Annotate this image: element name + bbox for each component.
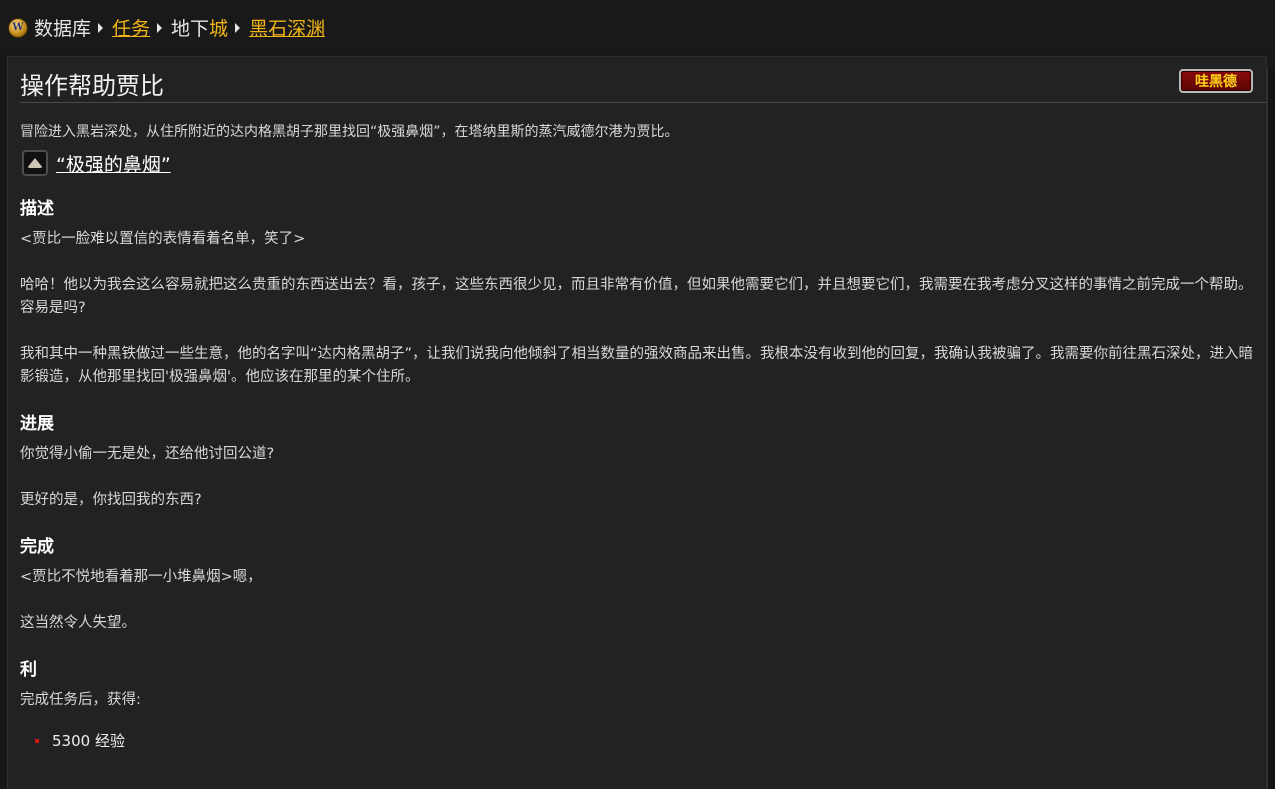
breadcrumb-quests-link[interactable]: 任务 — [112, 14, 150, 41]
quest-item-link[interactable]: “极强的鼻烟” — [56, 150, 171, 177]
title-row: 操作帮助贾比 哇黑德 — [20, 56, 1266, 103]
chevron-right-icon — [98, 22, 104, 33]
wow-logo-icon[interactable]: W — [8, 17, 28, 38]
progress-heading: 进展 — [20, 414, 54, 434]
rewards-list: 5300 经验 — [20, 730, 1266, 752]
bullet-icon — [35, 739, 39, 743]
description-paragraph-3: 我和其中一种黑铁做过一些生意，他的名字叫“达内格黑胡子”，让我们说我向他倾斜了相… — [20, 346, 1254, 385]
chevron-right-icon — [157, 22, 163, 33]
quest-objective: 冒险进入黑岩深处，从住所附近的达内格黑胡子那里找回“极强鼻烟”，在塔纳里斯的蒸汽… — [20, 124, 679, 140]
description-paragraph-2: 哈哈！他以为我会这么容易就把这么贵重的东西送出去？看，孩子，这些东西很少见，而且… — [20, 277, 1253, 316]
breadcrumb-blackrock-depths-link[interactable]: 黑石深渊 — [249, 14, 325, 41]
breadcrumb-dungeon[interactable]: 地下城 — [171, 14, 228, 41]
chevron-right-icon — [235, 22, 241, 33]
progress-section: 进展 你觉得小偷一无是处，还给他讨回公道? 更好的是，你找回我的东西? — [20, 413, 1266, 512]
faction-badge[interactable]: 哇黑德 — [1179, 69, 1253, 93]
rewards-heading: 利 — [20, 660, 37, 680]
breadcrumb: W 数据库 任务 地下城 黑石深渊 — [0, 0, 1275, 55]
snuff-pouch-icon[interactable] — [22, 150, 48, 176]
description-paragraph-1: <贾比一脸难以置信的表情看着名单，笑了> — [20, 231, 306, 247]
breadcrumb-dungeon-highlight: 城 — [209, 18, 229, 40]
rewards-section: 利 完成任务后，获得: 5300 经验 — [20, 659, 1266, 752]
progress-paragraph-2: 更好的是，你找回我的东西? — [20, 492, 202, 508]
list-item: 5300 经验 — [35, 730, 1266, 752]
progress-paragraph-1: 你觉得小偷一无是处，还给他讨回公道? — [20, 446, 275, 462]
scrollbar-track[interactable] — [1267, 68, 1275, 789]
rewards-intro: 完成任务后，获得: — [20, 692, 141, 708]
description-heading: 描述 — [20, 199, 54, 219]
page-title: 操作帮助贾比 — [20, 72, 164, 100]
description-section: 描述 <贾比一脸难以置信的表情看着名单，笑了> 哈哈！他以为我会这么容易就把这么… — [20, 198, 1266, 389]
reward-experience: 5300 经验 — [52, 732, 125, 750]
completion-paragraph-1: <贾比不悦地看着那一小堆鼻烟>嗯， — [20, 569, 262, 585]
quest-item[interactable]: “极强的鼻烟” — [20, 148, 1266, 178]
completion-section: 完成 <贾比不悦地看着那一小堆鼻烟>嗯， 这当然令人失望。 — [20, 536, 1266, 635]
breadcrumb-dungeon-prefix: 地下 — [171, 18, 210, 40]
quest-content: 操作帮助贾比 哇黑德 冒险进入黑岩深处，从住所附近的达内格黑胡子那里找回“极强鼻… — [20, 56, 1266, 752]
completion-heading: 完成 — [20, 537, 54, 557]
completion-paragraph-2: 这当然令人失望。 — [20, 615, 136, 631]
breadcrumb-database[interactable]: 数据库 — [34, 14, 91, 41]
